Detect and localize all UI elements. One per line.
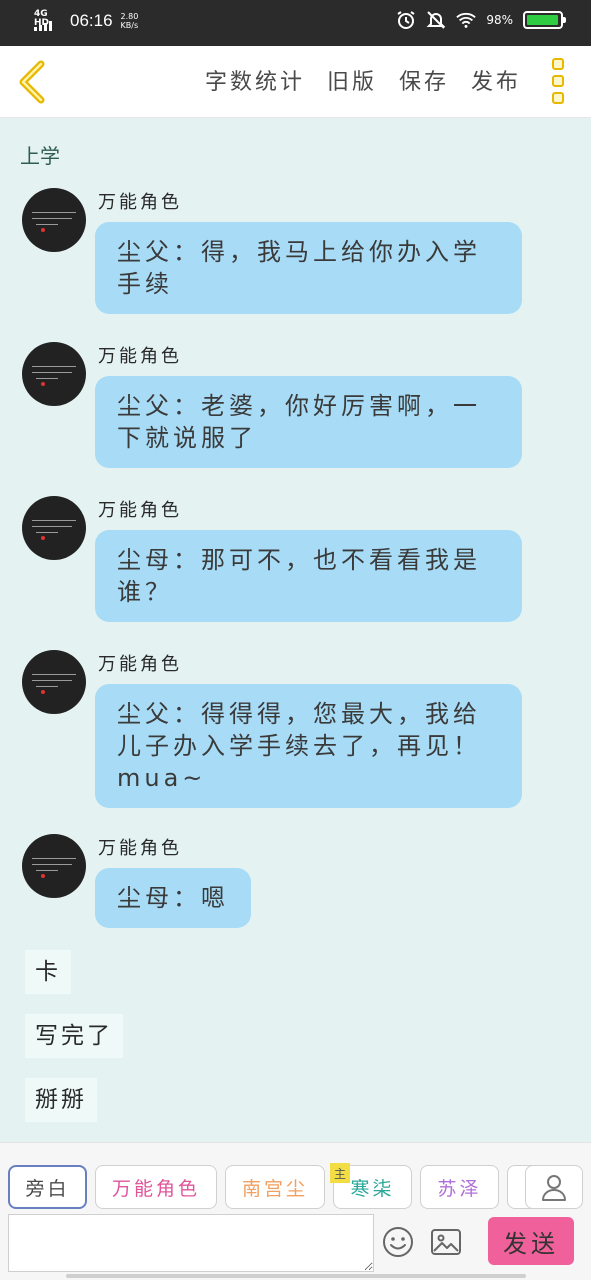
role-label: 苏泽 — [437, 1177, 482, 1200]
avatar[interactable] — [22, 650, 86, 714]
person-icon — [542, 1175, 566, 1201]
chat-area[interactable]: 上学 万能角色 尘父：得，我马上给你办入学手续 万能角色 尘父：老婆，你好厉害啊… — [0, 118, 591, 1142]
network-indicator: 4G HD — [34, 9, 60, 33]
editor-header: 字数统计 旧版 保存 发布 — [0, 46, 591, 118]
add-role-button[interactable] — [525, 1165, 583, 1209]
emoji-icon — [383, 1227, 413, 1257]
word-count-button[interactable]: 字数统计 — [205, 64, 305, 96]
battery-percent: 98% — [486, 13, 513, 27]
old-version-button[interactable]: 旧版 — [327, 64, 377, 96]
back-button[interactable] — [12, 58, 52, 106]
role-label: 南宫尘 — [241, 1177, 308, 1200]
sender-name: 万能角色 — [98, 838, 182, 859]
sender-name: 万能角色 — [98, 500, 182, 521]
image-icon — [431, 1229, 461, 1255]
sender-name: 万能角色 — [98, 346, 182, 367]
mute-icon — [426, 10, 446, 30]
speed-value: 2.80 — [120, 12, 139, 21]
publish-button[interactable]: 发布 — [471, 64, 521, 96]
header-actions: 字数统计 旧版 保存 发布 — [205, 64, 521, 96]
input-bar: 发送 — [0, 1212, 591, 1280]
wifi-icon — [456, 10, 477, 30]
message-bubble[interactable]: 尘母：那可不，也不看看我是谁？ — [95, 530, 522, 622]
signal-icon — [34, 21, 52, 31]
main-role-badge: 主 — [330, 1163, 350, 1183]
scene-title: 上学 — [20, 144, 60, 168]
send-button[interactable]: 发送 — [488, 1217, 574, 1265]
message-bubble[interactable]: 尘父：得，我马上给你办入学手续 — [95, 222, 522, 314]
message-input[interactable] — [8, 1214, 374, 1272]
role-tab-universal[interactable]: 万能角色 — [95, 1165, 217, 1209]
scroll-indicator — [66, 1274, 526, 1278]
clock: 06:16 — [70, 11, 113, 30]
status-right: 98% — [396, 10, 566, 30]
role-selector: 旁白 万能角色 南宫尘 主寒柒 苏泽 — [0, 1142, 591, 1212]
role-tab-su-ze[interactable]: 苏泽 — [420, 1165, 499, 1209]
avatar[interactable] — [22, 496, 86, 560]
role-label: 万能角色 — [111, 1177, 200, 1200]
more-vertical-icon[interactable] — [549, 58, 567, 104]
avatar[interactable] — [22, 342, 86, 406]
narration-note[interactable]: 写完了 — [25, 1014, 123, 1058]
chevron-left-icon — [19, 60, 45, 104]
role-tab-nangong-chen[interactable]: 南宫尘 — [225, 1165, 325, 1209]
role-label: 寒柒 — [350, 1177, 395, 1200]
role-tab-narration[interactable]: 旁白 — [8, 1165, 87, 1209]
sender-name: 万能角色 — [98, 654, 182, 675]
sender-name: 万能角色 — [98, 192, 182, 213]
image-button[interactable] — [430, 1228, 462, 1256]
message-bubble[interactable]: 尘父：老婆，你好厉害啊，一下就说服了 — [95, 376, 522, 468]
save-button[interactable]: 保存 — [399, 64, 449, 96]
role-tab-han-qi[interactable]: 主寒柒 — [330, 1163, 412, 1209]
avatar[interactable] — [22, 834, 86, 898]
network-speed: 2.80 KB/s — [121, 12, 139, 30]
status-left: 4G HD 06:16 2.80 KB/s — [34, 9, 138, 33]
avatar[interactable] — [22, 188, 86, 252]
message-bubble[interactable]: 尘母：嗯 — [95, 868, 251, 928]
battery-fill — [527, 15, 559, 25]
emoji-button[interactable] — [382, 1226, 414, 1258]
battery-icon — [523, 11, 566, 29]
narration-note[interactable]: 掰掰 — [25, 1078, 97, 1122]
alarm-icon — [396, 10, 416, 30]
narration-note[interactable]: 卡 — [25, 950, 71, 994]
role-label: 旁白 — [25, 1177, 70, 1200]
message-bubble[interactable]: 尘父：得得得，您最大，我给儿子办入学手续去了，再见！mua~ — [95, 684, 522, 808]
speed-unit: KB/s — [120, 21, 139, 30]
status-bar: 4G HD 06:16 2.80 KB/s 98% — [0, 0, 591, 46]
